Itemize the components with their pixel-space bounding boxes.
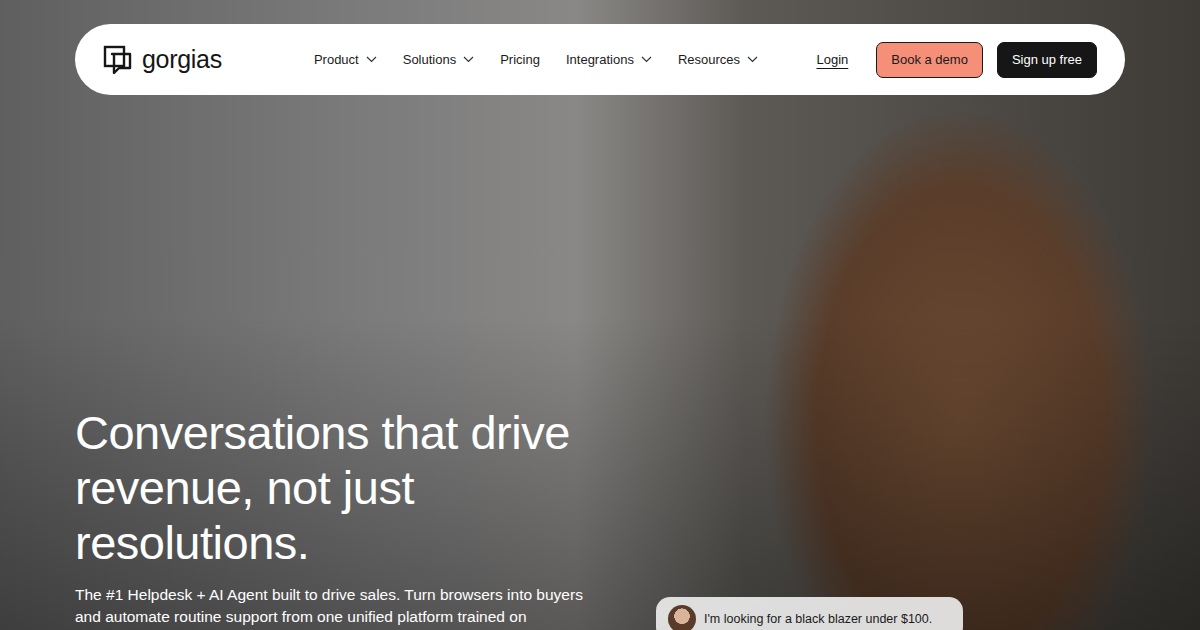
nav-item-label: Product — [314, 52, 359, 67]
chevron-down-icon — [463, 56, 474, 63]
avatar-icon — [668, 605, 696, 630]
nav-item[interactable]: Solutions — [403, 52, 474, 67]
top-nav: gorgias Product Solutions Pricing Integratio… — [75, 24, 1125, 95]
hero-subtext: The #1 Helpdesk + AI Agent built to driv… — [75, 584, 605, 628]
book-demo-button[interactable]: Book a demo — [876, 42, 983, 78]
nav-item-label: Pricing — [500, 52, 540, 67]
signup-button[interactable]: Sign up free — [997, 42, 1097, 78]
nav-item[interactable]: Product — [314, 52, 377, 67]
nav-menu: Product Solutions Pricing Integrations Resou… — [314, 52, 758, 67]
logo-icon — [103, 45, 133, 75]
logo-text: gorgias — [142, 45, 222, 74]
nav-item-label: Resources — [678, 52, 740, 67]
chat-message: I'm looking for a black blazer under $10… — [704, 612, 932, 626]
hero: Conversations that drive revenue, not ju… — [75, 405, 635, 628]
chevron-down-icon — [747, 56, 758, 63]
chevron-down-icon — [641, 56, 652, 63]
login-link[interactable]: Login — [816, 52, 848, 67]
nav-item-label: Integrations — [566, 52, 634, 67]
hero-headline: Conversations that drive revenue, not ju… — [75, 405, 595, 570]
nav-item[interactable]: Integrations — [566, 52, 652, 67]
chat-bubble: I'm looking for a black blazer under $10… — [656, 597, 963, 630]
chevron-down-icon — [366, 56, 377, 63]
nav-item[interactable]: Resources — [678, 52, 758, 67]
nav-item[interactable]: Pricing — [500, 52, 540, 67]
nav-item-label: Solutions — [403, 52, 456, 67]
logo[interactable]: gorgias — [103, 45, 222, 75]
nav-actions: Login Book a demo Sign up free — [816, 42, 1097, 78]
